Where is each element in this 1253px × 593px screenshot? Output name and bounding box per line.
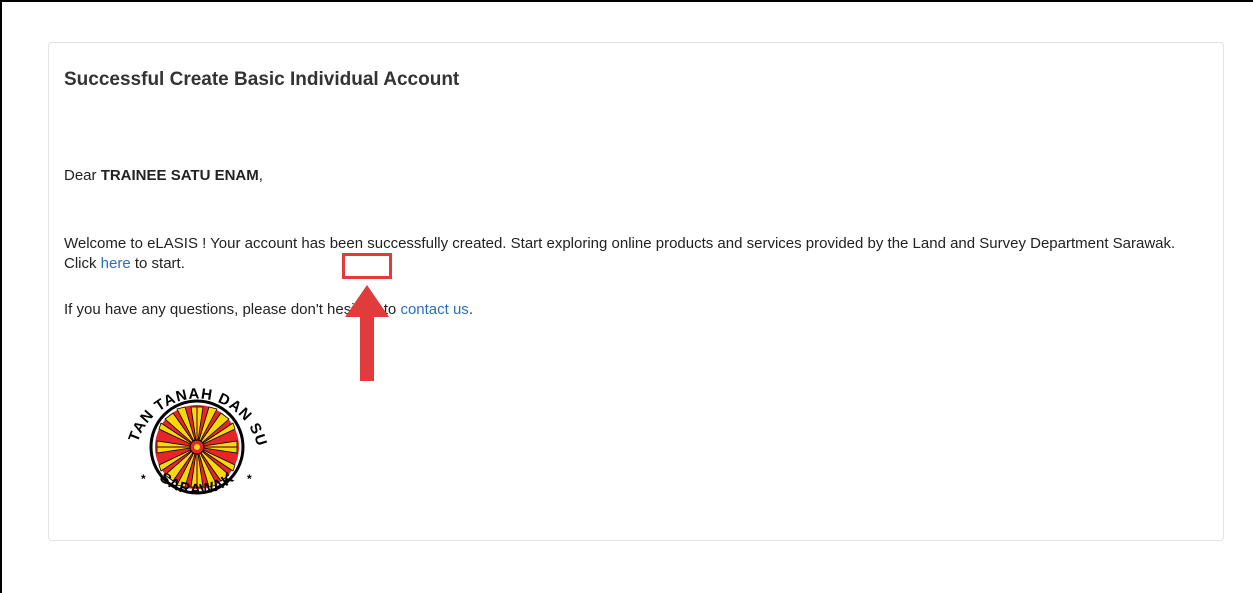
logo-star-right: *: [247, 472, 252, 486]
here-link[interactable]: here: [101, 255, 131, 272]
annotation-arrow-icon: [345, 285, 389, 381]
jts-sarawak-logo: JABATAN TANAH DAN SURVEI SARAWAK * *: [107, 363, 269, 498]
questions-text-after: .: [468, 301, 473, 318]
questions-text-before: If you have any questions, please don't …: [64, 301, 401, 318]
contact-us-link[interactable]: contact us: [400, 301, 468, 318]
welcome-text-after: to start.: [130, 255, 185, 272]
greeting-prefix: Dear: [64, 167, 101, 184]
account-created-panel: Successful Create Basic Individual Accou…: [48, 42, 1224, 541]
screenshot-frame: Successful Create Basic Individual Accou…: [0, 0, 1253, 593]
logo-star-left: *: [141, 472, 146, 486]
welcome-text-before: Welcome to eLASIS ! Your account has bee…: [64, 235, 1176, 272]
panel-title: Successful Create Basic Individual Accou…: [64, 69, 460, 90]
questions-line: If you have any questions, please don't …: [64, 300, 473, 320]
greeting-line: Dear TRAINEE SATU ENAM,: [64, 166, 263, 186]
recipient-name: TRAINEE SATU ENAM: [100, 167, 259, 184]
greeting-suffix: ,: [258, 167, 263, 184]
welcome-message: Welcome to eLASIS ! Your account has bee…: [64, 234, 1204, 274]
